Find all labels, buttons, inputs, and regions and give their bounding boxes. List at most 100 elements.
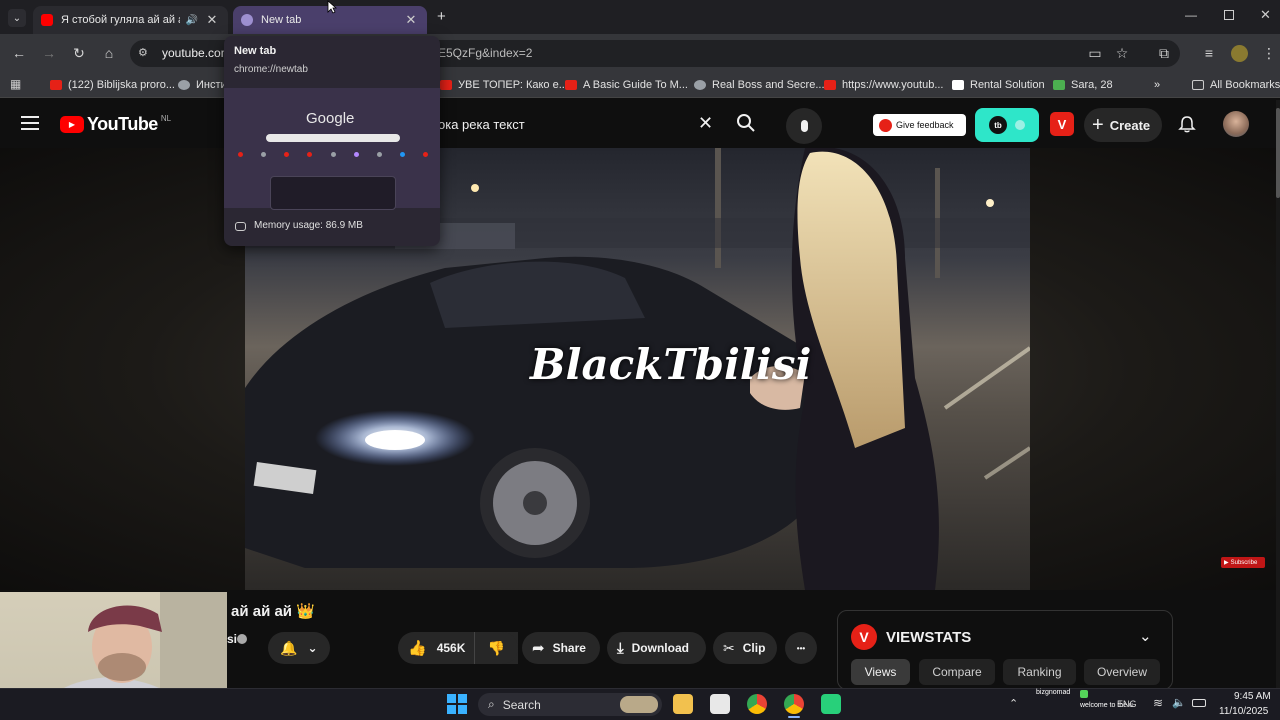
language-indicator[interactable]: ENG — [1117, 699, 1137, 709]
clip-label: Clip — [742, 641, 766, 655]
bookmarks-overflow-icon[interactable]: » — [1154, 77, 1160, 93]
download-button[interactable]: ⤓ Download — [607, 632, 706, 664]
toast-badge-icon — [1080, 690, 1088, 698]
speaker-icon[interactable]: 🔊 — [186, 15, 198, 26]
search-icon: ⌕ — [488, 697, 495, 711]
share-button[interactable]: ➦ Share — [522, 632, 600, 664]
chrome-active-icon[interactable] — [784, 694, 804, 714]
viewstats-icon[interactable]: V — [1050, 112, 1074, 136]
tab-youtube-video[interactable]: Я стобой гуляла ай ай ай 🔊 ✕ — [33, 6, 228, 34]
new-tab-plus-icon[interactable]: + — [437, 8, 453, 26]
bookmark-label: Real Boss and Secre... — [712, 79, 825, 91]
download-icon: ⤓ — [617, 639, 624, 657]
minimize-icon[interactable]: — — [1185, 8, 1199, 22]
menu-kebab-icon[interactable]: ⋮ — [1258, 42, 1280, 64]
viewstats-tab-views[interactable]: Views — [851, 659, 910, 685]
url-host: youtube.com — [162, 46, 231, 60]
home-icon[interactable]: ⌂ — [98, 42, 120, 64]
notifications-bell-icon[interactable] — [1178, 115, 1196, 133]
bookmark-favicon-icon — [565, 80, 577, 90]
create-button[interactable]: + Create — [1084, 108, 1162, 142]
volume-icon[interactable]: 🔈 — [1172, 696, 1186, 709]
bookmark-label: https://www.youtub... — [842, 79, 944, 91]
close-tab-icon[interactable]: ✕ — [204, 12, 220, 28]
bookmark-item[interactable]: https://www.youtub... — [824, 77, 944, 93]
taskbar-search-box[interactable]: ⌕ Search — [478, 693, 662, 716]
bookmark-item[interactable]: Sara, 28 — [1053, 77, 1113, 93]
viewstats-tab-overview[interactable]: Overview — [1084, 659, 1160, 685]
bookmark-item[interactable]: A Basic Guide To M... — [565, 77, 688, 93]
like-count: 456K — [436, 641, 466, 655]
all-bookmarks[interactable]: All Bookmarks — [1192, 77, 1280, 93]
bookmark-favicon-icon — [50, 80, 62, 90]
chrome-icon[interactable] — [747, 694, 767, 714]
bookmark-favicon-icon — [694, 80, 706, 90]
file-explorer-icon[interactable] — [673, 694, 693, 714]
toggle-dot-icon — [1015, 120, 1025, 130]
apps-grid-icon[interactable]: ▦ — [10, 77, 24, 91]
bookmark-item[interactable]: Инсти — [178, 77, 227, 93]
feedback-logo-icon — [879, 118, 892, 132]
bookmark-item[interactable]: Rental Solution — [952, 77, 1045, 93]
tab-title: New tab — [261, 14, 302, 26]
profile-avatar[interactable] — [1231, 45, 1248, 62]
give-feedback-button[interactable]: Give feedback — [873, 114, 966, 136]
scrollbar-thumb[interactable] — [1276, 108, 1280, 198]
more-actions-button[interactable]: ••• — [785, 632, 817, 664]
thumbnail-google-logo: Google — [306, 110, 355, 127]
bookmark-star-icon[interactable]: ☆ — [1111, 42, 1133, 64]
bookmark-label: Инсти — [196, 79, 227, 91]
search-input[interactable]: ока река текст — [438, 117, 525, 132]
tab-search-button[interactable]: ⌄ — [8, 9, 26, 27]
bookmark-label: (122) Biblijska proro... — [68, 79, 175, 91]
subscription-bell-button[interactable]: 🔔 ⌄ — [268, 632, 330, 664]
close-tab-icon[interactable]: ✕ — [403, 12, 419, 28]
account-avatar[interactable] — [1223, 111, 1249, 137]
wifi-icon[interactable]: ≋ — [1153, 696, 1163, 710]
bookmark-favicon-icon — [440, 80, 452, 90]
bookmark-item[interactable]: Real Boss and Secre... — [694, 77, 825, 93]
dislike-button[interactable]: 👎 — [474, 632, 518, 664]
subscribe-badge[interactable]: ▶ Subscribe — [1221, 557, 1265, 568]
clock-date[interactable]: 11/10/2025 — [1219, 706, 1268, 717]
memory-icon — [235, 222, 246, 231]
tab-title: Я стобой гуляла ай ай ай — [61, 14, 180, 26]
clip-button[interactable]: ✂ Clip — [713, 632, 777, 664]
voice-search-icon[interactable] — [786, 108, 822, 144]
media-controls-icon[interactable]: ≡ — [1198, 42, 1220, 64]
bookmark-item[interactable]: (122) Biblijska proro... — [50, 77, 175, 93]
extensions-icon[interactable]: ⧉ — [1153, 42, 1175, 64]
close-window-icon[interactable]: ✕ — [1260, 7, 1274, 22]
subscribe-play-icon: ▶ — [1224, 560, 1229, 566]
battery-icon[interactable] — [1192, 699, 1206, 707]
reload-icon[interactable]: ↻ — [68, 42, 90, 64]
channel-name[interactable]: si — [227, 632, 237, 646]
youtube-wordmark: YouTube — [87, 114, 158, 134]
viewstats-tab-compare[interactable]: Compare — [919, 659, 995, 685]
show-hidden-icons-icon[interactable]: ⌃ — [1009, 697, 1018, 710]
hamburger-menu-icon[interactable] — [21, 116, 39, 130]
toast-line-1: bizgnomad — [1036, 689, 1071, 696]
search-icon[interactable] — [736, 113, 756, 133]
maximize-icon[interactable] — [1224, 10, 1234, 20]
bookmark-favicon-icon — [178, 80, 190, 90]
region-code: NL — [160, 114, 172, 123]
chat-app-icon[interactable] — [821, 694, 841, 714]
bookmark-favicon-icon — [952, 80, 964, 90]
forward-icon[interactable]: → — [38, 42, 60, 64]
bookmark-item[interactable]: УВЕ ТОПЕР: Како е... — [440, 77, 568, 93]
back-icon[interactable]: ← — [8, 42, 30, 64]
windows-start-icon[interactable] — [447, 694, 467, 714]
cast-icon[interactable]: ▭ — [1084, 42, 1106, 64]
url-tail: E5QzFg&index=2 — [438, 46, 533, 60]
clock-time[interactable]: 9:45 AM — [1234, 691, 1271, 702]
youtube-play-icon: ▶ — [60, 116, 84, 133]
extension-toggle-button[interactable]: tb — [975, 108, 1039, 142]
youtube-logo[interactable]: ▶ YouTube NL — [60, 114, 171, 135]
microsoft-store-icon[interactable] — [710, 694, 730, 714]
viewstats-tab-ranking[interactable]: Ranking — [1003, 659, 1076, 685]
clear-search-icon[interactable]: ✕ — [698, 113, 713, 134]
viewstats-collapse-icon[interactable]: ⌄ — [1139, 627, 1152, 645]
bookmark-label: УВЕ ТОПЕР: Како е... — [458, 79, 568, 91]
site-info-icon[interactable]: ⚙ — [138, 46, 152, 60]
